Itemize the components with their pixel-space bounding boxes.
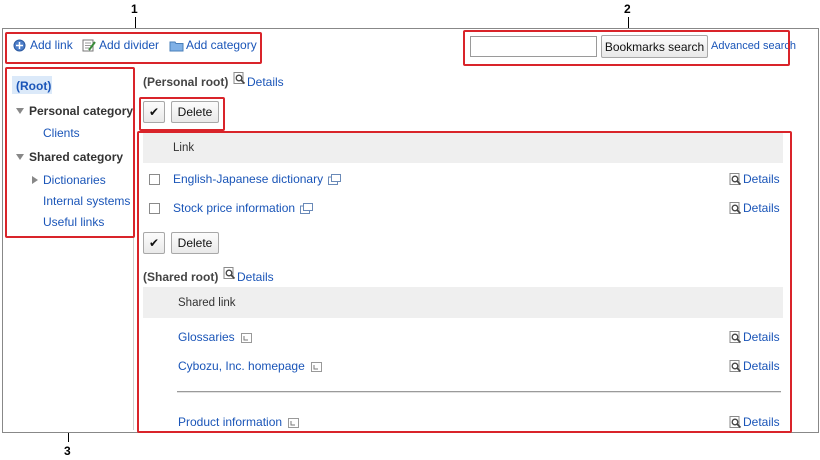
personal-root-title: (Personal root) xyxy=(143,75,229,89)
details-magnifier-icon xyxy=(233,71,246,85)
callout-3: 3 xyxy=(64,444,71,458)
callout-2: 2 xyxy=(624,2,631,16)
personal-root-details[interactable]: Details xyxy=(233,71,284,89)
callout-box-6 xyxy=(137,131,792,433)
callout-1: 1 xyxy=(131,2,138,16)
callout-box-1 xyxy=(5,32,262,64)
callout-box-2 xyxy=(463,30,790,66)
callout-box-5 xyxy=(139,97,225,131)
details-label[interactable]: Details xyxy=(247,75,284,89)
callout-box-3 xyxy=(5,67,135,238)
